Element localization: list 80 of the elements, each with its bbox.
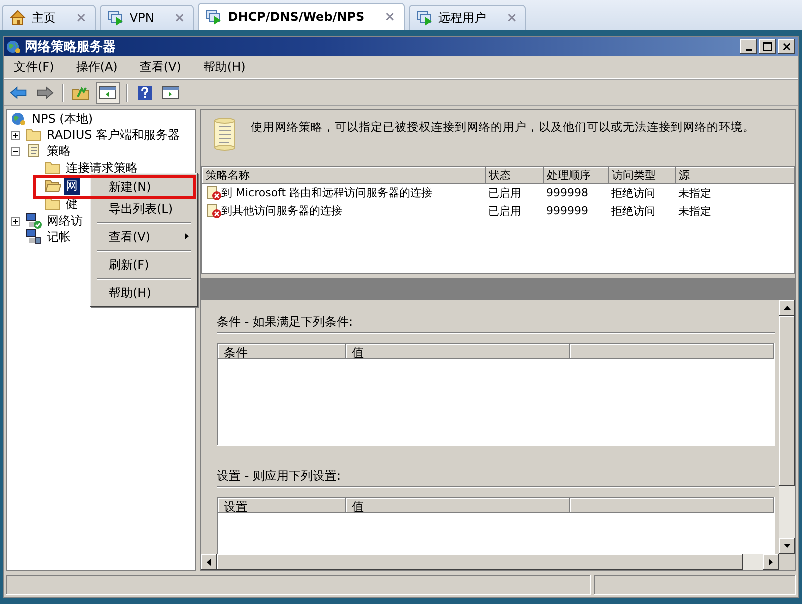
computer-play-icon <box>416 10 433 26</box>
computer-icon <box>26 229 42 245</box>
description-text: 使用网络策略，可以指定已被授权连接到网络的用户，以及他们可以或无法连接到网络的环境。 <box>251 119 755 135</box>
column-header[interactable]: 访问类型 <box>608 168 676 184</box>
table-cell: 拒绝访问 <box>612 186 656 200</box>
table-cell: 已启用 <box>488 186 522 200</box>
tree-item[interactable]: 连接请求策略 <box>64 160 140 176</box>
column-header[interactable]: 值 <box>346 344 570 359</box>
tab[interactable]: 主页 × <box>2 5 96 30</box>
menu-item[interactable]: 查看(V) <box>93 226 195 248</box>
tree-item[interactable]: 记帐 <box>45 228 73 246</box>
minimize-icon <box>746 49 752 51</box>
open-folder-icon <box>45 178 61 194</box>
right-arrow-icon <box>769 558 773 566</box>
section-title: 条件 - 如果满足下列条件: <box>217 314 354 330</box>
menu-item[interactable]: 刷新(F) <box>93 254 195 276</box>
column-header[interactable]: 策略名称 <box>202 168 486 184</box>
computer-play-icon <box>108 10 124 26</box>
menu-item[interactable]: 导出列表(L) <box>93 198 195 220</box>
column-header[interactable]: 值 <box>346 498 570 513</box>
network-computer-icon <box>26 213 42 229</box>
maximize-button[interactable] <box>759 39 776 54</box>
minimize-button[interactable] <box>740 39 757 54</box>
computer-play-icon <box>206 9 222 25</box>
tab[interactable]: 远程用户 × <box>408 5 526 30</box>
menu-item[interactable]: 文件(F) <box>14 58 54 76</box>
menu-item[interactable]: 查看(V) <box>140 58 182 76</box>
column-header[interactable]: 设置 <box>218 498 346 513</box>
column-header[interactable]: 处理顺序 <box>544 168 608 184</box>
expand-icon[interactable] <box>11 130 20 140</box>
column-header[interactable]: 状态 <box>486 168 544 184</box>
tree-item[interactable]: 健 <box>64 196 80 212</box>
submenu-arrow-icon <box>185 233 189 240</box>
tab-label: 远程用户 <box>438 10 487 26</box>
globe-key-icon <box>6 38 22 54</box>
tree-item[interactable]: 网 <box>64 178 80 194</box>
menu-item[interactable]: 新建(N) <box>93 176 195 198</box>
folder-icon <box>45 196 61 212</box>
maximize-icon <box>763 42 772 51</box>
horizontal-scrollbar[interactable] <box>201 554 779 570</box>
up-arrow-icon <box>784 306 790 310</box>
tree-item[interactable]: 策略 <box>45 142 73 160</box>
window-title: 网络策略服务器 <box>25 38 117 56</box>
column-header[interactable]: 条件 <box>218 344 346 359</box>
tree-item[interactable]: NPS (本地) <box>30 110 96 128</box>
vertical-scrollbar[interactable] <box>779 300 795 554</box>
down-arrow-icon <box>784 544 790 548</box>
expand-icon[interactable] <box>11 216 20 226</box>
table-cell: 拒绝访问 <box>612 204 656 218</box>
menu-item[interactable]: 帮助(H) <box>93 282 195 304</box>
folder-icon <box>45 160 61 176</box>
menu-item[interactable]: 帮助(H) <box>203 58 246 76</box>
folder-icon <box>26 127 42 143</box>
policy-denied-icon <box>206 185 222 201</box>
table-cell: 到 Microsoft 路由和远程访问服务器的连接 <box>222 186 433 200</box>
tree-item[interactable]: 网络访 <box>45 212 85 230</box>
policy-denied-icon <box>206 203 222 219</box>
collapse-icon[interactable] <box>11 146 20 156</box>
close-button[interactable] <box>778 39 795 54</box>
table-cell: 999999 <box>546 204 588 218</box>
scroll-icon <box>26 143 42 159</box>
table-cell: 已启用 <box>488 204 522 218</box>
globe-key-icon <box>11 111 27 127</box>
tab-label: VPN <box>130 11 154 25</box>
house-icon <box>10 10 26 26</box>
close-icon <box>782 42 790 50</box>
menu-item[interactable]: 操作(A) <box>76 58 118 76</box>
table-cell: 到其他访问服务器的连接 <box>222 204 342 218</box>
tree-item[interactable]: RADIUS 客户端和服务器 <box>45 126 182 144</box>
tab-label: DHCP/DNS/Web/NPS <box>228 10 365 24</box>
tab[interactable]: DHCP/DNS/Web/NPS × <box>198 3 405 30</box>
console-tree-icon[interactable] <box>96 82 120 104</box>
column-header[interactable]: 源 <box>676 168 794 184</box>
tab-label: 主页 <box>32 10 56 26</box>
tab[interactable]: VPN × <box>100 5 194 30</box>
left-arrow-icon <box>207 558 211 566</box>
table-cell: 999998 <box>546 186 588 200</box>
table-cell: 未指定 <box>678 186 712 200</box>
table-cell: 未指定 <box>678 204 712 218</box>
section-title: 设置 - 则应用下列设置: <box>217 468 342 484</box>
